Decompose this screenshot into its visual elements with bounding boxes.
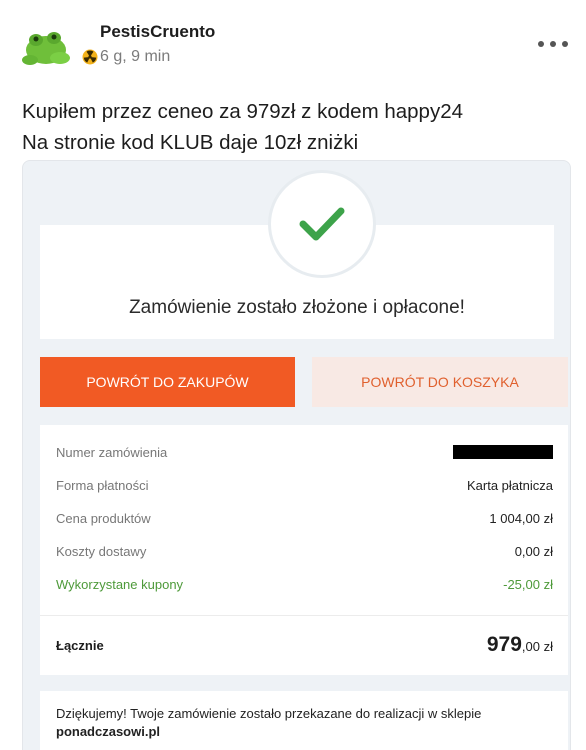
summary-label: Wykorzystane kupony [56,576,184,592]
summary-value: Karta płatnicza [467,477,553,493]
shop-name: ponadczasowi.pl [56,724,161,739]
back-to-shopping-button[interactable]: POWRÓT DO ZAKUPÓW [40,357,295,407]
thanks-text: Dziękujemy! Twoje zamówienie zostało prz… [56,706,482,721]
summary-value: -25,00 zł [503,576,553,592]
post-meta: 6 g, 9 min [82,48,170,66]
total-label: Łącznie [56,637,104,653]
summary-row-payment: Forma płatności Karta płatnicza [56,474,553,496]
summary-row-shipping: Koszty dostawy 0,00 zł [56,540,553,562]
summary-divider [40,615,568,616]
post-username[interactable]: PestisCruento [100,22,215,42]
summary-value: 1 004,00 zł [489,510,553,526]
order-summary: Numer zamówienia Forma płatności Karta p… [40,425,568,675]
post-text-line-1: Kupiłem przez ceneo za 979zł z kodem hap… [22,100,464,123]
success-title: Zamówienie zostało złożone i opłacone! [129,297,465,318]
radiation-badge-icon [82,49,98,65]
thanks-card: Dziękujemy! Twoje zamówienie zostało prz… [40,691,568,750]
summary-total-row: Łącznie 979,00 zł [56,627,553,663]
total-integer: 979 [486,633,522,656]
summary-row-coupons: Wykorzystane kupony -25,00 zł [56,573,553,595]
green-frog-avatar-icon[interactable] [20,24,76,72]
summary-label: Cena produktów [56,510,151,526]
summary-label: Forma płatności [56,477,149,493]
summary-row-order-number: Numer zamówienia [56,441,553,463]
total-decimal: ,00 zł [521,639,553,654]
back-to-cart-button[interactable]: POWRÓT DO KOSZYKA [312,357,568,407]
checkmark-icon [299,207,345,241]
post-timestamp: 6 g, 9 min [100,48,171,65]
post-header: PestisCruento 6 g, 9 min [18,14,568,74]
check-circle [271,173,373,275]
summary-row-products-price: Cena produktów 1 004,00 zł [56,507,553,529]
summary-label: Koszty dostawy [56,543,147,559]
post-body: Kupiłem przez ceneo za 979zł z kodem hap… [22,96,567,158]
summary-label: Numer zamówienia [56,444,168,460]
summary-value: 0,00 zł [514,543,553,559]
post-text-line-2: Na stronie kod KLUB daje 10zł zniżki [22,131,359,154]
order-confirmation-screenshot: Zamówienie zostało złożone i opłacone! P… [22,160,571,750]
total-value: 979,00 zł [487,633,553,657]
redacted-order-number [453,445,553,459]
more-dots-icon[interactable] [538,36,568,52]
